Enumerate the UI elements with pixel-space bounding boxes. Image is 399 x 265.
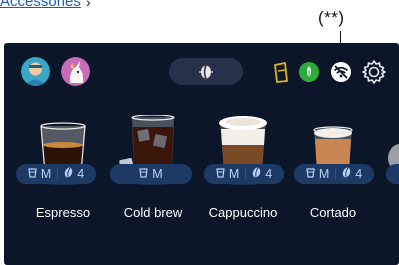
cup-size-icon (216, 167, 225, 181)
eco-leaf-icon[interactable] (298, 61, 320, 83)
profile-face-icon (21, 57, 50, 86)
bean-selector-button[interactable] (169, 58, 243, 85)
strength-value: 4 (77, 167, 85, 181)
beverage-settings-pill-espresso[interactable]: M 4 (16, 164, 96, 184)
pill-divider (57, 168, 59, 180)
machine-display: Espresso Cold brew Cappuccino Cortado M … (4, 43, 399, 265)
coffee-bean-icon (199, 64, 213, 79)
strength-value: 4 (355, 167, 363, 181)
cup-size-value: M (152, 167, 163, 181)
cup-size-value: M (318, 167, 330, 181)
cup-size-icon (139, 167, 148, 181)
bean-strength-icon (64, 167, 73, 181)
beverage-name: Cortado (309, 205, 357, 220)
pill-divider (335, 168, 337, 180)
settings-gear-icon[interactable] (361, 59, 387, 85)
cup-size-icon (306, 167, 315, 181)
bean-strength-icon (252, 167, 261, 181)
callout-label: (**) (318, 8, 345, 27)
beverage-settings-pill-cappuccino[interactable]: M 4 (204, 164, 284, 184)
unicorn-profile-icon (61, 57, 90, 86)
cup-size-icon (28, 167, 37, 181)
cup-size-value: M (40, 167, 52, 181)
wifi-off-icon[interactable] (330, 61, 352, 83)
avatar-user-2[interactable] (61, 57, 90, 86)
doc-link-arrow: › (86, 0, 91, 10)
beverage-espresso[interactable]: Espresso (18, 115, 108, 265)
beverage-cold-brew[interactable]: Cold brew (108, 115, 198, 265)
beverage-settings-pill-cold-brew[interactable]: M (110, 164, 192, 184)
beverage-cortado[interactable]: Cortado (288, 115, 378, 265)
bean-strength-icon (342, 167, 351, 181)
top-bar (4, 43, 399, 103)
cup-size-value: M (228, 167, 240, 181)
pill-divider (245, 168, 247, 180)
avatar-user-1[interactable] (21, 57, 50, 86)
beverage-settings-pill-cortado[interactable]: M 4 (294, 164, 374, 184)
water-tank-icon[interactable] (270, 61, 292, 83)
doc-link[interactable]: Accessories (0, 0, 81, 10)
strength-value: 4 (265, 167, 273, 181)
beverage-settings-pill-next[interactable] (386, 164, 399, 184)
beverage-cappuccino[interactable]: Cappuccino (198, 115, 288, 265)
